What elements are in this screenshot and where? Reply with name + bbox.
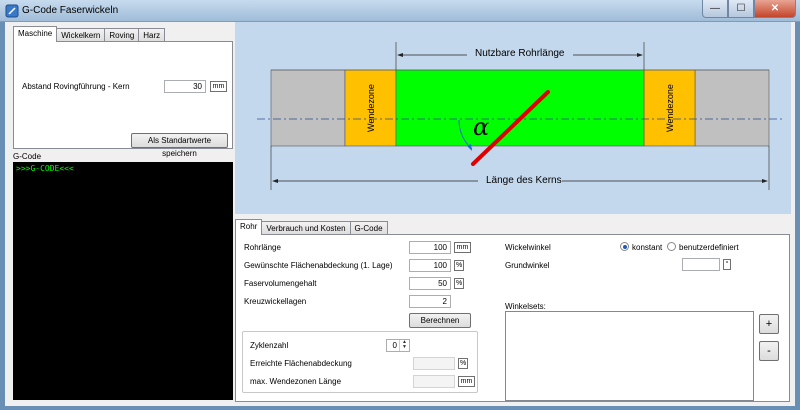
usable-arrow-right xyxy=(637,53,643,57)
core-left xyxy=(270,69,346,147)
cycles-value: 0 xyxy=(392,341,397,350)
bottom-tabs: Rohr Verbrauch und Kosten G-Code xyxy=(235,219,388,235)
gcode-label: G-Code xyxy=(13,152,42,161)
core-arrow-right xyxy=(762,179,768,183)
maximize-button[interactable]: ☐ xyxy=(728,0,754,18)
fiber-volume-unit: % xyxy=(454,278,464,289)
turn-zone-left-label: Wendezone xyxy=(366,84,376,132)
radio-constant-label[interactable]: konstant xyxy=(632,243,662,252)
pipe-length-input[interactable]: 100 xyxy=(409,241,451,254)
pipe-length-label: Rohrlänge xyxy=(244,243,281,252)
cross-layers-input[interactable]: 2 xyxy=(409,295,451,308)
coverage-label: Gewünschte Flächenabdeckung (1. Lage) xyxy=(244,261,393,270)
winding-angle-label: Wickelwinkel xyxy=(505,243,551,252)
tab-rohr[interactable]: Rohr xyxy=(235,219,263,235)
distance-unit: mm xyxy=(210,81,227,92)
window-client: Maschine Wickelkern Roving Harz Abstand … xyxy=(5,22,795,406)
achieved-coverage-unit: % xyxy=(458,358,468,369)
results-group: Zyklenzahl 0 ▲ ▼ Erreichte Flächenabdecku… xyxy=(242,331,478,393)
machine-tab-panel: Abstand Rovingführung - Kern 30 mm Als S… xyxy=(13,41,233,158)
max-turn-zone-label: max. Wendezonen Länge xyxy=(250,377,342,386)
save-defaults-button[interactable]: Als Standartwerte speichern xyxy=(131,133,228,158)
winding-diagram: Nutzbare Rohrlänge Länge des Kerns Wende… xyxy=(235,22,791,214)
radio-constant[interactable] xyxy=(620,242,629,251)
distance-label: Abstand Rovingführung - Kern xyxy=(22,82,130,91)
coverage-input[interactable]: 100 xyxy=(409,259,451,272)
radio-custom[interactable] xyxy=(667,242,676,251)
angle-alpha-label: α xyxy=(473,113,490,141)
cycles-label: Zyklenzahl xyxy=(250,341,289,350)
calculate-button[interactable]: Berechnen xyxy=(409,313,471,328)
settings-tabs: Maschine Wickelkern Roving Harz xyxy=(13,26,166,42)
minimize-button[interactable]: — xyxy=(702,0,728,18)
usable-length-label: Nutzbare Rohrlänge xyxy=(475,48,565,59)
fiber-volume-input[interactable]: 50 xyxy=(409,277,451,290)
radio-custom-label[interactable]: benutzerdefiniert xyxy=(679,243,739,252)
cross-layers-label: Kreuzwickellagen xyxy=(244,297,307,306)
winding-sets-label: Winkelsets: xyxy=(505,302,546,311)
app-icon xyxy=(5,4,19,18)
tab-gcode[interactable]: G-Code xyxy=(349,221,388,235)
core-length-label: Länge des Kerns xyxy=(486,175,562,186)
gcode-text: >>>G-CODE<<< xyxy=(16,164,74,173)
tab-verbrauch-kosten[interactable]: Verbrauch und Kosten xyxy=(261,221,351,235)
coverage-unit: % xyxy=(454,260,464,271)
usable-arrow-left xyxy=(397,53,403,57)
core-arrow-left xyxy=(272,179,278,183)
base-angle-unit: ° xyxy=(723,259,731,270)
winding-sets-list[interactable] xyxy=(505,311,754,401)
achieved-coverage-label: Erreichte Flächenabdeckung xyxy=(250,359,352,368)
tab-wickelkern[interactable]: Wickelkern xyxy=(56,28,106,42)
achieved-coverage-output xyxy=(413,357,455,370)
title-bar: G-Code Faserwickeln — ☐ ✕ xyxy=(0,0,800,22)
fiber-volume-label: Faservolumengehalt xyxy=(244,279,317,288)
usable-area xyxy=(395,69,645,147)
pipe-length-unit: mm xyxy=(454,242,471,253)
base-angle-label: Grundwinkel xyxy=(505,261,550,270)
add-set-button[interactable]: + xyxy=(759,314,779,334)
remove-set-button[interactable]: - xyxy=(759,341,779,361)
spinner-arrows-icon[interactable]: ▲ ▼ xyxy=(399,340,409,351)
core-right xyxy=(694,69,770,147)
max-turn-zone-unit: mm xyxy=(458,376,475,387)
window-title: G-Code Faserwickeln xyxy=(22,5,119,16)
base-angle-input[interactable] xyxy=(682,258,720,271)
minimize-icon: — xyxy=(710,3,720,14)
cycles-spinner[interactable]: 0 ▲ ▼ xyxy=(386,339,410,352)
close-icon: ✕ xyxy=(770,3,780,14)
turn-zone-right-label: Wendezone xyxy=(665,84,675,132)
maximize-icon: ☐ xyxy=(736,3,746,14)
max-turn-zone-output xyxy=(413,375,455,388)
tab-harz[interactable]: Harz xyxy=(138,28,166,42)
tab-maschine[interactable]: Maschine xyxy=(13,26,58,42)
pipe-tab-panel: Rohrlänge 100 mm Gewünschte Flächenabdec… xyxy=(235,234,790,402)
gcode-output[interactable]: >>>G-CODE<<< xyxy=(13,162,233,400)
close-button[interactable]: ✕ xyxy=(754,0,796,18)
distance-input[interactable]: 30 xyxy=(164,80,206,93)
tab-roving[interactable]: Roving xyxy=(104,28,140,42)
